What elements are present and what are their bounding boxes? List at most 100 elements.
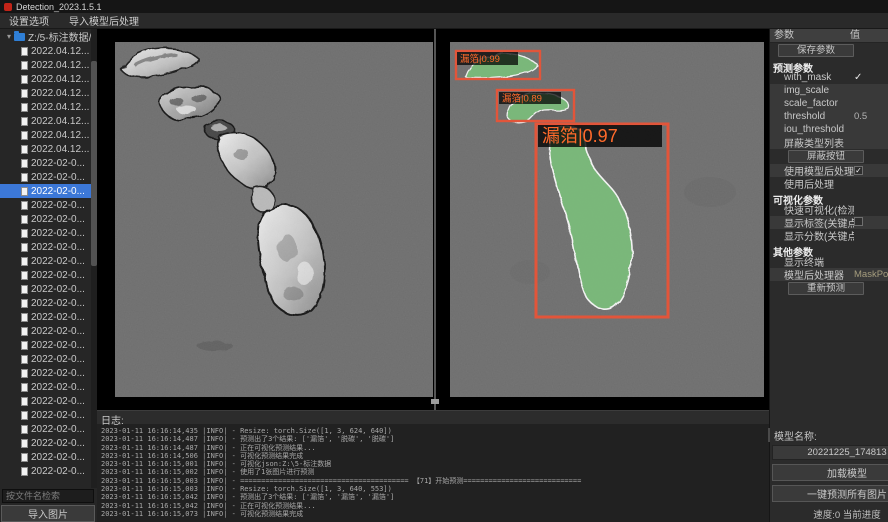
viewer-area: 漏箔|0.99 漏箔|0.89 漏箔|0.97 xyxy=(97,29,769,410)
detection-label-2: 漏箔|0.89 xyxy=(502,93,542,105)
tree-item-label: 2022-02-0... xyxy=(31,270,85,281)
file-icon xyxy=(21,439,28,448)
image-viewer-prediction[interactable]: 漏箔|0.99 漏箔|0.89 漏箔|0.97 xyxy=(450,42,764,397)
tree-item[interactable]: 2022-02-0... xyxy=(0,408,97,422)
file-tree-items: 2022.04.12...2022.04.12...2022.04.12...2… xyxy=(0,44,97,478)
model-name-field[interactable]: 20221225_174813 xyxy=(772,445,888,460)
tree-item[interactable]: 2022.04.12... xyxy=(0,44,97,58)
log-panel[interactable]: 日志: 2023-01-11 16:16:14,435 |INFO| - Res… xyxy=(97,410,769,522)
param-row[interactable]: 屏蔽类型列表 xyxy=(770,136,888,149)
tree-item-label: 2022-02-0... xyxy=(31,172,85,183)
prediction-image-canvas: 漏箔|0.99 漏箔|0.89 漏箔|0.97 xyxy=(450,42,764,397)
load-model-button[interactable]: 加载模型 xyxy=(772,464,888,481)
filename-search-input[interactable] xyxy=(2,489,94,503)
tree-item[interactable]: 2022.04.12... xyxy=(0,72,97,86)
file-icon xyxy=(21,187,28,196)
menu-settings[interactable]: 设置选项 xyxy=(9,13,49,28)
param-row[interactable]: with_mask✓ xyxy=(770,71,888,84)
tree-item[interactable]: 2022-02-0... xyxy=(0,366,97,380)
file-icon xyxy=(21,257,28,266)
param-row[interactable]: 模型后处理器MaskPostPro xyxy=(770,268,888,281)
checkbox-empty-icon[interactable] xyxy=(854,217,863,226)
log-line: 2023-01-11 16:16:15,042 |INFO| - 正在可视化预测… xyxy=(101,502,769,510)
param-button[interactable]: 保存参数 xyxy=(778,44,854,57)
tree-item[interactable]: 2022-02-0... xyxy=(0,380,97,394)
tree-item-label: 2022.04.12... xyxy=(31,88,89,99)
tree-item[interactable]: 2022-02-0... xyxy=(0,422,97,436)
tree-item[interactable]: 2022-02-0... xyxy=(0,296,97,310)
file-icon xyxy=(21,103,28,112)
tree-item-label: 2022-02-0... xyxy=(31,312,85,323)
tree-item-label: 2022-02-0... xyxy=(31,424,85,435)
menu-import-postprocess[interactable]: 导入模型后处理 xyxy=(69,13,139,28)
tree-item-label: 2022-02-0... xyxy=(31,452,85,463)
tree-item[interactable]: 2022-02-0... xyxy=(0,240,97,254)
checkbox-checked-icon[interactable]: ✓ xyxy=(854,166,863,175)
tree-item[interactable]: 2022-02-0... xyxy=(0,226,97,240)
speed-progress-status: 速度:0 当前进度 xyxy=(772,507,888,521)
tree-item[interactable]: 2022-02-0... xyxy=(0,464,97,478)
tree-item[interactable]: 2022-02-0... xyxy=(0,254,97,268)
log-line: 2023-01-11 16:16:14,435 |INFO| - Resize:… xyxy=(101,427,769,435)
file-icon xyxy=(21,369,28,378)
tree-item-label: 2022-02-0... xyxy=(31,340,85,351)
tree-item-label: 2022.04.12... xyxy=(31,130,89,141)
param-row[interactable]: 显示分数(关键点) xyxy=(770,229,888,242)
tree-item[interactable]: 2022-02-0... xyxy=(0,310,97,324)
param-row[interactable]: img_scale xyxy=(770,84,888,97)
tree-item[interactable]: 2022-02-0... xyxy=(0,394,97,408)
tree-item[interactable]: 2022.04.12... xyxy=(0,58,97,72)
tree-item[interactable]: 2022-02-0... xyxy=(0,450,97,464)
file-icon xyxy=(21,61,28,70)
file-icon xyxy=(21,383,28,392)
param-value: 0.5 xyxy=(854,111,888,122)
param-column-header: 参数 xyxy=(770,29,850,42)
tree-item-label: 2022-02-0... xyxy=(31,158,85,169)
file-tree-panel: ▾ Z:/5-标注数据/... 2022.04.12...2022.04.12.… xyxy=(0,29,97,522)
tree-item[interactable]: 2022-02-0... xyxy=(0,184,97,198)
tree-item[interactable]: 2022.04.12... xyxy=(0,86,97,100)
image-viewer-original[interactable] xyxy=(115,42,433,397)
param-label: iou_threshold xyxy=(784,124,854,135)
file-icon xyxy=(21,341,28,350)
param-button[interactable]: 屏蔽按钮 xyxy=(788,150,864,163)
tree-item[interactable]: 2022.04.12... xyxy=(0,128,97,142)
param-button[interactable]: 重新预测 xyxy=(788,282,864,295)
tree-item[interactable]: 2022.04.12... xyxy=(0,114,97,128)
param-label: scale_factor xyxy=(784,98,854,109)
file-icon xyxy=(21,243,28,252)
tree-item[interactable]: 2022-02-0... xyxy=(0,212,97,226)
tree-item[interactable]: 2022-02-0... xyxy=(0,352,97,366)
tree-item[interactable]: 2022-02-0... xyxy=(0,268,97,282)
tree-root-folder[interactable]: ▾ Z:/5-标注数据/... xyxy=(0,29,97,44)
value-column-header: 值 xyxy=(850,29,888,42)
param-row[interactable]: 使用后处理 xyxy=(770,177,888,190)
tree-item[interactable]: 2022-02-0... xyxy=(0,170,97,184)
file-tree[interactable]: ▾ Z:/5-标注数据/... 2022.04.12...2022.04.12.… xyxy=(0,29,97,488)
params-panel: 参数 值 保存参数预测参数with_mask✓img_scalescale_fa… xyxy=(770,29,888,522)
tree-item-label: 2022-02-0... xyxy=(31,354,85,365)
tree-item[interactable]: 2022.04.12... xyxy=(0,142,97,156)
import-images-button[interactable]: 导入图片 xyxy=(1,505,95,522)
tree-item[interactable]: 2022-02-0... xyxy=(0,338,97,352)
param-row[interactable]: threshold0.5 xyxy=(770,110,888,123)
predict-all-button[interactable]: 一键预测所有图片 xyxy=(772,485,888,502)
splitter-handle-icon[interactable] xyxy=(431,399,439,404)
param-row[interactable]: scale_factor xyxy=(770,97,888,110)
file-icon xyxy=(21,201,28,210)
tree-item-label: 2022.04.12... xyxy=(31,116,89,127)
param-table-header: 参数 值 xyxy=(770,29,888,43)
tree-item-label: 2022.04.12... xyxy=(31,74,89,85)
tree-item[interactable]: 2022-02-0... xyxy=(0,156,97,170)
tree-item[interactable]: 2022-02-0... xyxy=(0,282,97,296)
tree-item[interactable]: 2022-02-0... xyxy=(0,436,97,450)
tree-item[interactable]: 2022.04.12... xyxy=(0,100,97,114)
file-icon xyxy=(21,299,28,308)
tree-item[interactable]: 2022-02-0... xyxy=(0,198,97,212)
viewer-splitter[interactable] xyxy=(434,29,436,410)
detection-label-3: 漏箔|0.97 xyxy=(542,126,618,146)
tree-item[interactable]: 2022-02-0... xyxy=(0,324,97,338)
log-line: 2023-01-11 16:16:15,003 |INFO| - =======… xyxy=(101,477,769,485)
chevron-down-icon[interactable]: ▾ xyxy=(7,32,11,41)
tree-item-label: 2022-02-0... xyxy=(31,284,85,295)
